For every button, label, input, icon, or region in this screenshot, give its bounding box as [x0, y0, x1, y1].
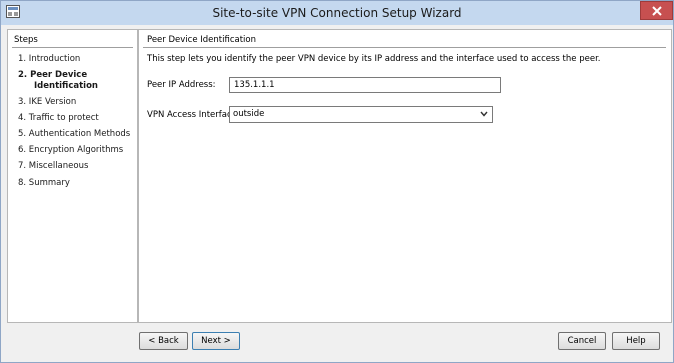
help-button[interactable]: Help	[612, 332, 660, 350]
step-miscellaneous: 7. Miscellaneous	[18, 161, 89, 171]
title-bar[interactable]: Site-to-site VPN Connection Setup Wizard	[1, 1, 673, 25]
close-button[interactable]	[640, 1, 673, 20]
section-title: Peer Device Identification	[147, 35, 256, 45]
window-title: Site-to-site VPN Connection Setup Wizard	[212, 6, 462, 20]
steps-divider	[12, 47, 133, 48]
next-button[interactable]: Next >	[192, 332, 240, 350]
step-description: This step lets you identify the peer VPN…	[147, 54, 601, 64]
chevron-down-icon	[480, 111, 488, 117]
close-icon	[652, 6, 662, 16]
step-peer-device: 2. Peer Device	[18, 70, 88, 80]
cancel-button[interactable]: Cancel	[558, 332, 606, 350]
wizard-window: Site-to-site VPN Connection Setup Wizard…	[0, 0, 674, 363]
section-divider	[143, 47, 666, 48]
step-peer-device-line2: Identification	[34, 81, 98, 91]
step-introduction: 1. Introduction	[18, 54, 81, 64]
peer-ip-label: Peer IP Address:	[147, 80, 216, 90]
back-button[interactable]: < Back	[139, 332, 188, 350]
step-traffic: 4. Traffic to protect	[18, 113, 99, 123]
step-summary: 8. Summary	[18, 178, 70, 188]
step-authentication: 5. Authentication Methods	[18, 129, 131, 139]
steps-panel: Steps 1. Introduction 2. Peer Device Ide…	[7, 29, 138, 323]
vpn-interface-label: VPN Access Interface:	[147, 110, 240, 120]
step-ike-version: 3. IKE Version	[18, 97, 77, 107]
content-panel: Peer Device Identification This step let…	[138, 29, 672, 323]
peer-ip-input[interactable]	[229, 77, 501, 93]
step-encryption: 6. Encryption Algorithms	[18, 145, 124, 155]
vpn-interface-select[interactable]: outside	[229, 106, 493, 123]
vpn-interface-value: outside	[233, 109, 265, 119]
steps-header: Steps	[14, 35, 38, 45]
